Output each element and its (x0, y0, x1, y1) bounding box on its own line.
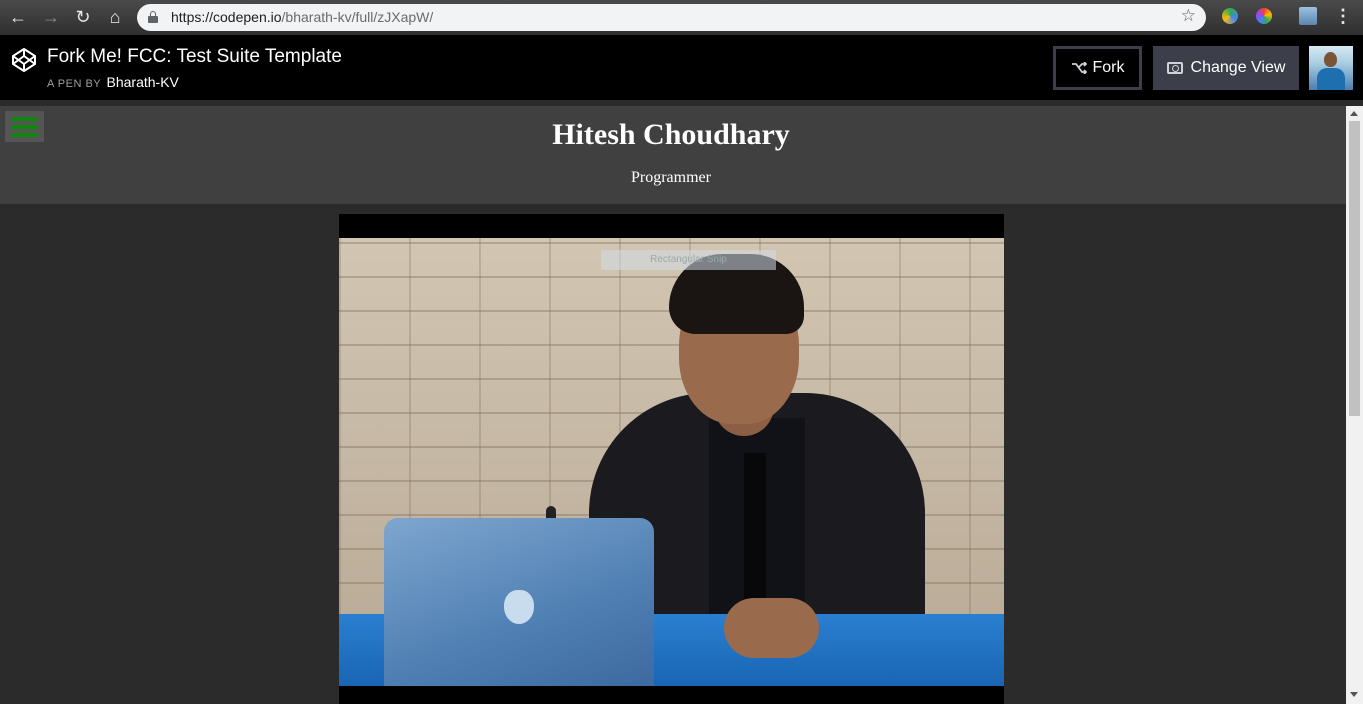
pen-byline: A PEN BY Bharath-KV (47, 74, 179, 90)
extension-icon[interactable] (1222, 8, 1238, 24)
author-link[interactable]: Bharath-KV (107, 74, 179, 90)
user-avatar[interactable] (1309, 46, 1353, 90)
fork-button[interactable]: Fork (1053, 46, 1142, 90)
url-host: https://codepen.io (171, 9, 282, 25)
codepen-logo-icon[interactable] (11, 47, 37, 73)
kebab-menu-icon[interactable]: ⋮ (1334, 7, 1352, 25)
star-icon[interactable]: ☆ (1181, 6, 1196, 26)
browser-toolbar: ← → ↻ ⌂ https://codepen.io/bharath-kv/fu… (0, 0, 1363, 35)
page-title: Hitesh Choudhary (552, 118, 790, 151)
laptop-image (384, 518, 654, 686)
page-scrollbar[interactable] (1346, 106, 1363, 704)
scroll-down-icon[interactable] (1350, 692, 1358, 697)
scroll-up-icon[interactable] (1350, 111, 1358, 116)
fork-label: Fork (1092, 59, 1125, 76)
lock-icon (148, 11, 158, 23)
url-path: /bharath-kv/full/zJXapW/ (281, 9, 434, 25)
pen-title: Fork Me! FCC: Test Suite Template (47, 46, 342, 67)
page-subtitle: Programmer (631, 169, 711, 186)
change-view-label: Change View (1190, 59, 1286, 76)
change-view-button[interactable]: Change View (1153, 46, 1299, 90)
forward-icon[interactable]: → (40, 6, 62, 28)
profile-photo: Rectangular Snip (339, 238, 1004, 686)
page-header: Hitesh Choudhary Programmer (0, 106, 1346, 204)
apple-logo-icon (504, 590, 534, 624)
color-picker-extension-icon[interactable] (1256, 8, 1272, 24)
snip-overlay-label: Rectangular Snip (601, 250, 776, 270)
home-icon[interactable]: ⌂ (104, 6, 126, 28)
address-bar[interactable]: https://codepen.io/bharath-kv/full/zJXap… (137, 4, 1206, 31)
pen-by-label: A PEN BY (47, 78, 101, 90)
back-icon[interactable]: ← (7, 6, 29, 28)
codepen-header: Fork Me! FCC: Test Suite Template A PEN … (0, 35, 1363, 100)
url-text[interactable]: https://codepen.io/bharath-kv/full/zJXap… (171, 9, 433, 25)
profile-icon[interactable] (1299, 7, 1317, 25)
pen-preview: Hitesh Choudhary Programmer Rectangular … (0, 106, 1346, 704)
profile-photo-frame: Rectangular Snip (339, 214, 1004, 704)
eye-icon (1166, 62, 1183, 74)
reload-icon[interactable]: ↻ (72, 6, 94, 28)
scroll-thumb[interactable] (1349, 121, 1360, 416)
fork-icon (1071, 62, 1087, 74)
